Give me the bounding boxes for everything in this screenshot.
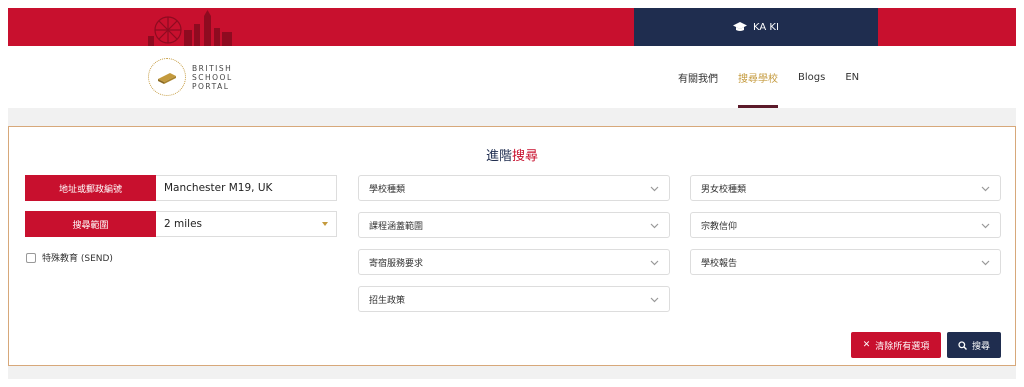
radius-label: 搜尋範圍 [25,211,156,237]
graduation-cap-icon [733,22,748,31]
school-report-select[interactable]: 學校報告 [690,249,1001,275]
user-name: KA KI [753,21,779,33]
close-icon: ✕ [862,340,871,350]
chevron-down-icon [650,223,659,229]
caret-down-icon [322,222,328,226]
top-bar: KA KI [8,8,1016,46]
logo-text: BRITISH SCHOOL PORTAL [192,63,233,91]
location-input[interactable]: Manchester M19, UK [156,175,337,201]
nav-search-schools[interactable]: 搜尋學校 [728,46,788,108]
curriculum-select[interactable]: 課程涵蓋範圍 [358,212,670,238]
nav-language-en[interactable]: EN [835,46,869,108]
send-checkbox-row[interactable]: 特殊教育 (SEND) [26,251,113,264]
london-skyline-graphic [148,10,232,46]
advanced-search-panel: 進階搜尋 地址或郵政編號 Manchester M19, UK 搜尋範圍 2 m… [8,126,1016,366]
admission-policy-select[interactable]: 招生政策 [358,286,670,312]
radius-select[interactable]: 2 miles [156,211,337,237]
nav-blogs[interactable]: Blogs [788,46,835,108]
chevron-down-icon [650,260,659,266]
religion-select[interactable]: 宗教信仰 [690,212,1001,238]
send-label: 特殊教育 (SEND) [42,254,113,264]
search-button[interactable]: 搜尋 [947,332,1001,358]
user-account-button[interactable]: KA KI [634,8,878,46]
nav-about[interactable]: 有關我們 [668,46,728,108]
boarding-select[interactable]: 寄宿服務要求 [358,249,670,275]
chevron-down-icon [981,260,990,266]
page-frame: KA KI BRITISH SCHOOL PORTAL 有關我們 搜尋學校 Bl… [8,8,1016,379]
school-type-select[interactable]: 學校種類 [358,175,670,201]
clear-all-button[interactable]: ✕ 清除所有選項 [851,332,941,358]
main-nav: 有關我們 搜尋學校 Blogs EN [668,46,869,108]
chevron-down-icon [650,297,659,303]
chevron-down-icon [981,223,990,229]
search-icon [958,340,967,350]
book-icon [148,58,186,96]
gender-type-select[interactable]: 男女校種類 [690,175,1001,201]
site-header: BRITISH SCHOOL PORTAL 有關我們 搜尋學校 Blogs EN [8,46,1016,108]
send-checkbox[interactable] [26,252,36,263]
location-label: 地址或郵政編號 [25,175,156,201]
panel-title: 進階搜尋 [485,149,539,164]
site-logo[interactable]: BRITISH SCHOOL PORTAL [148,58,233,96]
chevron-down-icon [650,186,659,192]
chevron-down-icon [981,186,990,192]
